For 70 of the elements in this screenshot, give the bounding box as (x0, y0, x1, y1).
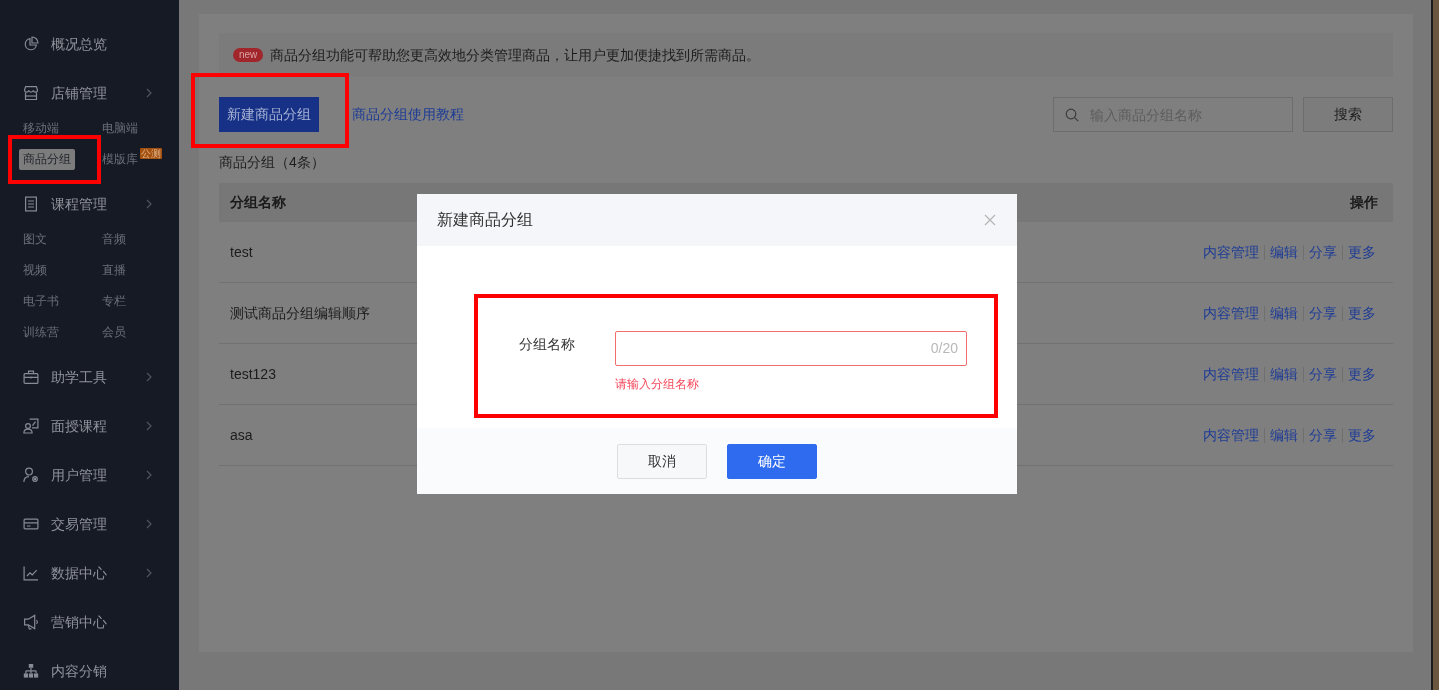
column-header: 分组名称 (230, 193, 286, 212)
create-group-button[interactable]: 新建商品分组 (219, 97, 319, 132)
action-link[interactable]: 更多 (1342, 244, 1376, 260)
notice-text: 商品分组功能可帮助您更高效地分类管理商品，让用户更加便捷找到所需商品。 (270, 45, 761, 65)
card-icon (23, 516, 39, 532)
sidebar-subitem[interactable]: 电脑端 (98, 118, 142, 139)
action-link[interactable]: 更多 (1342, 305, 1376, 321)
sidebar-item[interactable]: 面授课程 (51, 416, 107, 436)
document-icon (23, 196, 39, 212)
table-cell-text: asa (230, 425, 253, 445)
char-counter: 0/20 (930, 339, 958, 358)
sidebar-subitem[interactable]: 移动端 (19, 118, 63, 139)
sidebar-subitem[interactable]: 电子书 (19, 291, 63, 312)
sidebar-subitem[interactable]: 直播 (98, 260, 130, 281)
presenter-icon (23, 418, 39, 434)
new-badge: new (233, 48, 264, 62)
hierarchy-icon (23, 663, 39, 679)
table-cell-text: test (230, 242, 253, 262)
group-count: 商品分组（4条） (219, 153, 326, 172)
sidebar-item[interactable]: 交易管理 (51, 514, 107, 534)
tutorial-link[interactable]: 商品分组使用教程 (352, 104, 464, 125)
shop-icon (23, 85, 39, 101)
action-link[interactable]: 编辑 (1264, 305, 1303, 321)
sidebar-subitem[interactable]: 音频 (98, 229, 130, 250)
sidebar-subitem[interactable]: 会员 (98, 322, 130, 343)
field-label: 分组名称 (518, 335, 575, 354)
action-link[interactable]: 更多 (1342, 427, 1376, 443)
action-link[interactable]: 编辑 (1264, 427, 1303, 443)
briefcase-icon (23, 369, 39, 385)
dialog-title: 新建商品分组 (437, 210, 533, 230)
cancel-button[interactable]: 取消 (617, 443, 707, 479)
pie-chart-icon (23, 36, 39, 52)
sidebar-item[interactable]: 课程管理 (51, 194, 107, 214)
sidebar-item[interactable]: 概况总览 (51, 34, 107, 54)
column-header: 操作 (1350, 193, 1378, 212)
action-link[interactable]: 分享 (1303, 305, 1342, 321)
action-link[interactable]: 分享 (1303, 244, 1342, 260)
sidebar-item[interactable]: 店铺管理 (51, 83, 107, 103)
action-link[interactable]: 编辑 (1264, 366, 1303, 382)
megaphone-icon (23, 614, 39, 630)
sidebar-subitem[interactable]: 视频 (19, 260, 51, 281)
sidebar-item[interactable]: 助学工具 (51, 367, 107, 387)
sidebar-item[interactable]: 数据中心 (51, 563, 107, 583)
action-link[interactable]: 内容管理 (1198, 427, 1264, 443)
action-link[interactable]: 编辑 (1264, 244, 1303, 260)
sidebar-subitem[interactable]: 模版库 (98, 149, 142, 170)
table-cell-text: test123 (230, 364, 276, 384)
sidebar-subitem[interactable]: 商品分组 (19, 149, 75, 170)
table-cell-text: 测试商品分组编辑顺序 (230, 303, 370, 323)
sidebar-subitem[interactable]: 训练营 (19, 322, 63, 343)
sidebar-subitem[interactable]: 图文 (19, 229, 51, 250)
search-icon (1065, 108, 1079, 122)
confirm-button[interactable]: 确定 (727, 443, 817, 479)
action-link[interactable]: 内容管理 (1198, 366, 1264, 382)
action-link[interactable]: 分享 (1303, 427, 1342, 443)
action-link[interactable]: 内容管理 (1198, 305, 1264, 321)
line-chart-icon (23, 565, 39, 581)
sidebar-subitem[interactable]: 专栏 (98, 291, 130, 312)
search-button[interactable]: 搜索 (1303, 97, 1393, 132)
error-message: 请输入分组名称 (615, 376, 699, 393)
beta-badge: 公测 (140, 148, 162, 159)
user-icon (23, 467, 39, 483)
name-input-field[interactable] (615, 331, 967, 366)
action-link[interactable]: 更多 (1342, 366, 1376, 382)
close-icon[interactable] (984, 214, 996, 226)
sidebar-item[interactable]: 用户管理 (51, 465, 107, 485)
action-link[interactable]: 内容管理 (1198, 244, 1264, 260)
sidebar-item[interactable]: 内容分销 (51, 661, 107, 681)
action-link[interactable]: 分享 (1303, 366, 1342, 382)
sidebar-item[interactable]: 营销中心 (51, 612, 107, 632)
